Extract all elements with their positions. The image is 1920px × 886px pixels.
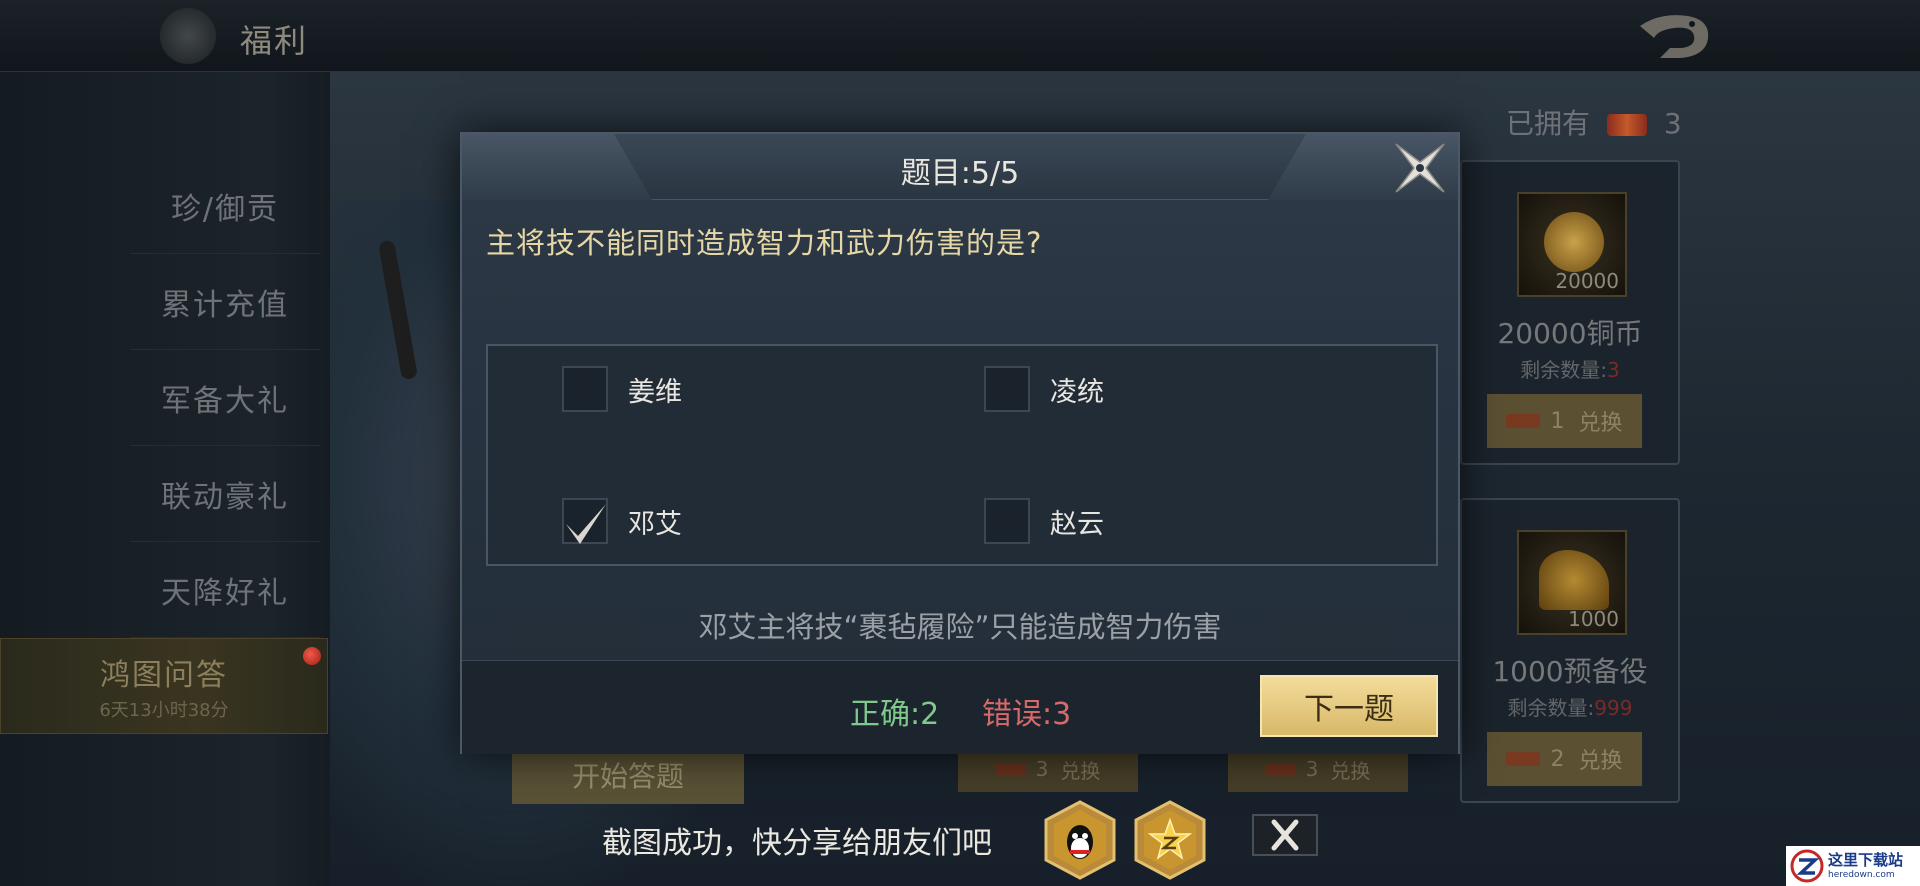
- option-c[interactable]: 邓艾: [562, 496, 682, 546]
- sidebar-item-tribute[interactable]: 珍/御贡: [130, 158, 320, 254]
- reward-qty: 20000: [1555, 269, 1619, 293]
- share-message: 截图成功，快分享给朋友们吧: [602, 826, 992, 861]
- qzone-icon[interactable]: [1134, 800, 1206, 880]
- exchange-cost: 3: [1035, 757, 1049, 781]
- sidebar-item-military-gift[interactable]: 军备大礼: [130, 350, 320, 446]
- wrong-count: 错误:3: [982, 697, 1072, 732]
- watermark-en: heredown.com: [1828, 869, 1895, 880]
- owned-count: 3: [1663, 107, 1682, 140]
- correct-count: 正确:2: [850, 697, 940, 732]
- remain-label: 剩余数量:: [1520, 358, 1607, 382]
- reward-remaining: 剩余数量:3: [1462, 354, 1678, 383]
- reward-card: 20000 20000铜币 剩余数量:3 1 兑换: [1460, 160, 1680, 465]
- checkbox[interactable]: [984, 498, 1030, 544]
- token-icon: [1606, 114, 1647, 136]
- option-label: 邓艾: [628, 508, 682, 540]
- reward-thumb: 20000: [1517, 192, 1627, 297]
- watermark-logo-icon: [1790, 849, 1824, 883]
- share-bar: 截图成功，快分享给朋友们吧: [560, 800, 1360, 886]
- sidebar-item-label: 联动豪礼: [161, 479, 289, 515]
- watermark-text: 这里下载站 heredown.com: [1828, 850, 1904, 880]
- top-bar: 福利: [0, 0, 1920, 72]
- watermark-cn: 这里下载站: [1828, 850, 1904, 869]
- exchange-cost: 1: [1550, 408, 1565, 434]
- exchange-label: 兑换: [1578, 411, 1623, 436]
- site-watermark: 这里下载站 heredown.com: [1786, 846, 1920, 886]
- helmet-icon: [1539, 550, 1609, 610]
- next-question-button[interactable]: 下一题: [1260, 675, 1438, 737]
- sidebar-item-label: 珍/御贡: [170, 191, 280, 227]
- exchange-label: 兑换: [1578, 749, 1623, 774]
- option-label: 赵云: [1050, 508, 1104, 540]
- quiz-countdown: 6天13小时38分: [99, 700, 229, 721]
- weapon-hilt: [377, 239, 419, 381]
- option-label: 姜维: [628, 376, 682, 408]
- sidebar-item-label: 鸿图问答: [100, 658, 228, 693]
- exchange-cost: 2: [1550, 746, 1565, 772]
- exchange-label: 兑换: [1330, 758, 1371, 783]
- owned-tokens: 已拥有 3: [1506, 102, 1682, 142]
- dialog-header: 题目:5/5: [462, 134, 1458, 200]
- sidebar: 珍/御贡 累计充值 军备大礼 联动豪礼 天降好礼 鸿图问答 6天13小时38分: [0, 72, 330, 886]
- token-icon: [1506, 414, 1541, 428]
- remain-value: 999: [1594, 696, 1633, 720]
- exchange-button[interactable]: 2 兑换: [1487, 732, 1642, 786]
- token-icon: [1506, 752, 1541, 766]
- back-dragon-icon[interactable]: [1630, 8, 1720, 64]
- reward-name: 20000铜币: [1497, 317, 1643, 350]
- sidebar-item-label: 天降好礼: [161, 575, 289, 611]
- token-icon: [1265, 763, 1296, 775]
- remain-label: 剩余数量:: [1507, 696, 1595, 720]
- page-title: 福利: [240, 22, 309, 60]
- reward-qty: 1000: [1568, 607, 1619, 631]
- sidebar-item-label: 累计充值: [161, 287, 289, 323]
- checkbox[interactable]: [562, 498, 608, 544]
- qq-icon[interactable]: [1044, 800, 1116, 880]
- sidebar-item-sky-gift[interactable]: 天降好礼: [130, 542, 320, 638]
- start-quiz-button[interactable]: 开始答题: [512, 746, 744, 804]
- close-icon[interactable]: [1252, 814, 1318, 856]
- remain-value: 3: [1607, 358, 1620, 382]
- token-icon: [995, 763, 1026, 775]
- answer-explanation: 邓艾主将技“裹毡履险”只能造成智力伤害: [698, 610, 1222, 644]
- checkbox[interactable]: [984, 366, 1030, 412]
- dialog-footer: 正确:2 错误:3 下一题: [462, 660, 1458, 754]
- option-a[interactable]: 姜维: [562, 364, 682, 414]
- option-label: 凌统: [1050, 376, 1104, 408]
- checkbox[interactable]: [562, 366, 608, 412]
- notification-dot: [303, 647, 321, 665]
- sidebar-item-cumulative-recharge[interactable]: 累计充值: [130, 254, 320, 350]
- dragon-emblem-icon: [160, 8, 216, 64]
- quiz-dialog: 题目:5/5 主将技不能同时造成智力和武力伤害的是? 姜维 凌统 邓艾 赵云 邓…: [460, 132, 1460, 754]
- sidebar-item-quiz[interactable]: 鸿图问答 6天13小时38分: [0, 638, 328, 734]
- checkmark-icon: [566, 504, 606, 544]
- close-icon[interactable]: [1390, 138, 1450, 198]
- question-text: 主将技不能同时造成智力和武力伤害的是?: [486, 226, 1043, 260]
- reward-thumb: 1000: [1517, 530, 1627, 635]
- owned-label: 已拥有: [1506, 107, 1591, 140]
- options-panel: 姜维 凌统 邓艾 赵云: [486, 344, 1438, 566]
- sidebar-item-collab-gift[interactable]: 联动豪礼: [130, 446, 320, 542]
- exchange-cost: 3: [1305, 757, 1319, 781]
- exchange-button[interactable]: 1 兑换: [1487, 394, 1642, 448]
- reward-card: 1000 1000预备役 剩余数量:999 2 兑换: [1460, 498, 1680, 803]
- question-counter: 题目:5/5: [900, 156, 1020, 191]
- reward-name: 1000预备役: [1492, 655, 1648, 688]
- option-d[interactable]: 赵云: [984, 496, 1104, 546]
- exchange-label: 兑换: [1060, 758, 1101, 783]
- copper-coin-icon: [1544, 212, 1604, 272]
- option-b[interactable]: 凌统: [984, 364, 1104, 414]
- reward-remaining: 剩余数量:999: [1462, 692, 1678, 721]
- sidebar-item-label: 军备大礼: [161, 383, 289, 419]
